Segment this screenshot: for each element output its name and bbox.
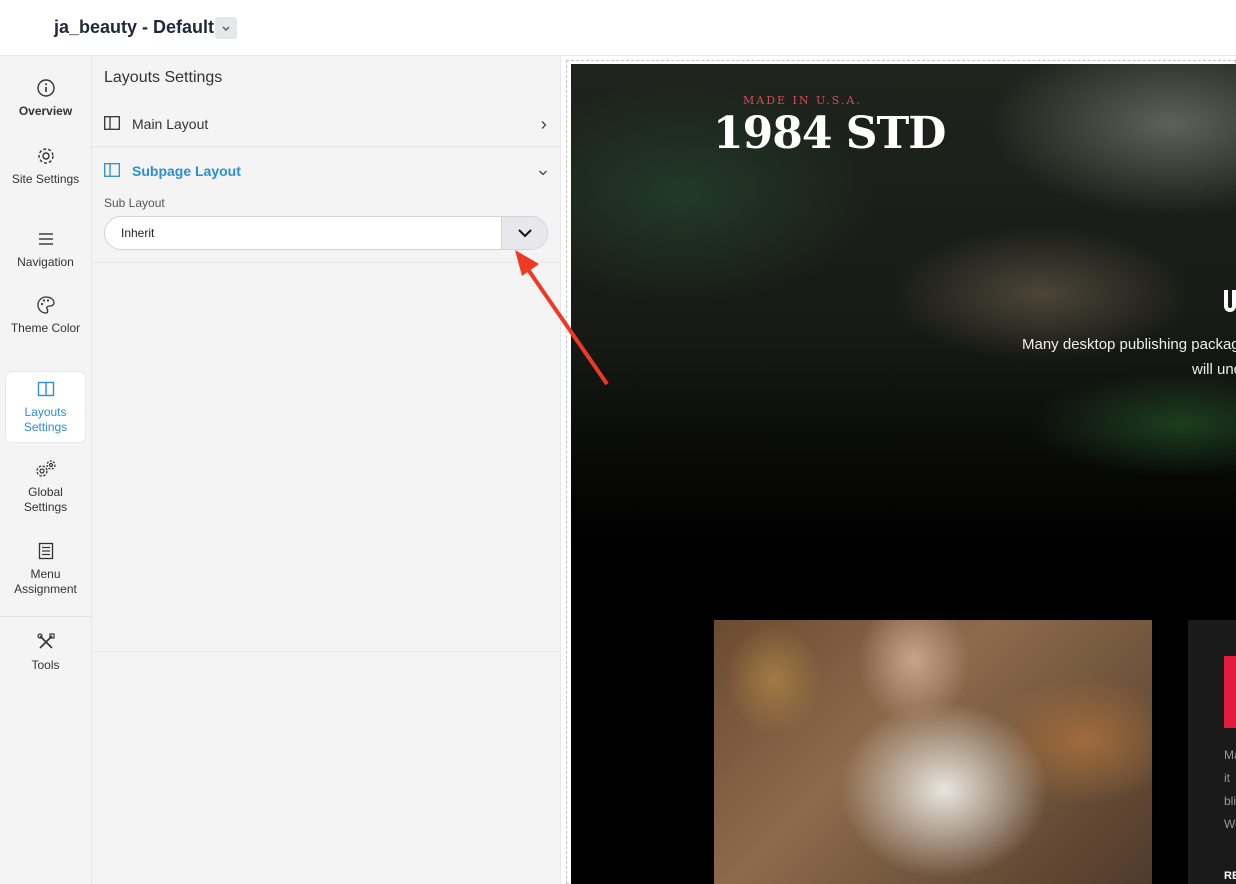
card-read-more-link[interactable]: RE bbox=[1224, 870, 1236, 882]
sidebar-item-global-settings[interactable]: Global Settings bbox=[5, 459, 86, 521]
info-icon bbox=[5, 78, 86, 98]
layout-icon bbox=[104, 163, 120, 182]
sidebar-item-label: Menu Assignment bbox=[14, 567, 77, 596]
sidebar-item-label: Layouts Settings bbox=[23, 405, 68, 434]
settings-panel: Layouts Settings Main Layout Subpage Lay… bbox=[92, 56, 561, 884]
made-in-text: MADE IN U.S.A. bbox=[743, 94, 862, 107]
tattoo-photo bbox=[714, 620, 1152, 884]
subpage-layout-body: Sub Layout Inherit bbox=[92, 194, 560, 263]
sidebar-item-label: Site Settings bbox=[11, 172, 80, 186]
site-preview[interactable]: MADE IN U.S.A. 1984 STD Many desktop pub… bbox=[571, 64, 1236, 884]
brand-logo: 1984 STD bbox=[713, 108, 946, 159]
sidebar-item-navigation[interactable]: Navigation bbox=[5, 229, 86, 279]
chevron-right-icon bbox=[540, 117, 548, 135]
card-text-line: it bbox=[1224, 771, 1230, 785]
layout-icon bbox=[104, 116, 120, 135]
chevron-down-icon bbox=[222, 26, 230, 31]
accordion-label: Subpage Layout bbox=[132, 163, 241, 179]
sidebar-item-theme-color[interactable]: Theme Color bbox=[5, 295, 86, 357]
sidebar-item-menu-assignment[interactable]: Menu Assignment bbox=[5, 541, 86, 603]
card-text-line: Ma bbox=[1224, 748, 1236, 762]
sidebar-item-label: Global Settings bbox=[23, 485, 68, 514]
sidebar-item-layouts-settings[interactable]: Layouts Settings bbox=[5, 371, 86, 443]
sub-layout-select[interactable]: Inherit bbox=[104, 216, 548, 250]
chevron-down-icon bbox=[517, 229, 532, 238]
sidebar-item-label: Overview bbox=[18, 104, 73, 118]
hero-heading-fragment bbox=[1224, 290, 1236, 312]
gears-icon bbox=[5, 459, 86, 479]
sidebar-item-overview[interactable]: Overview bbox=[5, 78, 86, 128]
panel-divider bbox=[92, 651, 560, 652]
panel-title: Layouts Settings bbox=[104, 69, 223, 86]
accordion-label: Main Layout bbox=[132, 116, 209, 132]
menu-icon bbox=[5, 229, 86, 249]
sub-layout-value: Inherit bbox=[121, 226, 155, 240]
sub-layout-label: Sub Layout bbox=[104, 196, 165, 210]
sidebar: Overview Site Settings Navigation Theme … bbox=[0, 56, 92, 884]
palette-icon bbox=[5, 295, 86, 315]
chevron-down-icon bbox=[538, 164, 548, 182]
sidebar-item-label: Theme Color bbox=[10, 321, 81, 335]
sidebar-item-label: Tools bbox=[31, 658, 60, 672]
accordion-subpage-layout[interactable]: Subpage Layout bbox=[92, 148, 560, 194]
sidebar-item-site-settings[interactable]: Site Settings bbox=[5, 146, 86, 206]
tools-icon bbox=[5, 632, 86, 652]
gear-icon bbox=[5, 146, 86, 166]
top-bar: ja_beauty - Default bbox=[0, 0, 1236, 56]
sidebar-divider bbox=[0, 616, 91, 617]
hero-text-line: will unc bbox=[1192, 361, 1236, 378]
card-accent-bar bbox=[1224, 656, 1236, 728]
hero-text-line: Many desktop publishing packages bbox=[1022, 336, 1236, 353]
accordion-main-layout[interactable]: Main Layout bbox=[92, 101, 560, 147]
list-icon bbox=[5, 541, 86, 561]
card-text-line: We bbox=[1224, 817, 1236, 831]
sub-layout-dropdown-button[interactable] bbox=[501, 217, 547, 249]
sidebar-item-tools[interactable]: Tools bbox=[5, 632, 86, 682]
content-card: Ma it bli We RE bbox=[1188, 620, 1236, 884]
card-text-line: bli bbox=[1224, 794, 1236, 808]
template-dropdown-button[interactable] bbox=[215, 17, 237, 39]
sidebar-item-label: Navigation bbox=[17, 255, 74, 269]
template-title: ja_beauty - Default bbox=[54, 17, 215, 37]
layout-icon bbox=[6, 379, 85, 399]
